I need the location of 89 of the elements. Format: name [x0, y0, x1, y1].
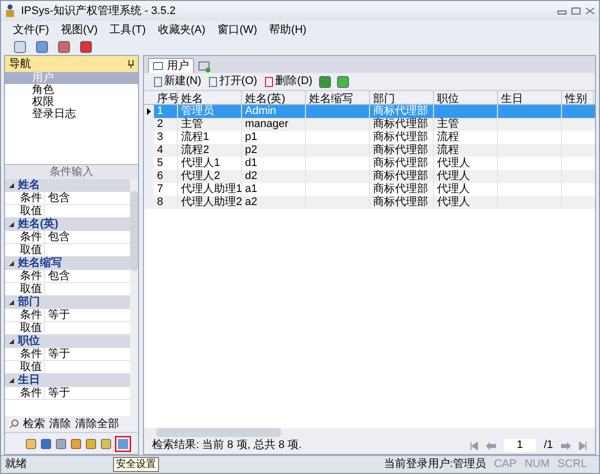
- group-label: 职位: [18, 334, 40, 348]
- group-label: 部门: [18, 294, 40, 309]
- expand-icon[interactable]: [9, 183, 14, 188]
- property-value[interactable]: 等于: [45, 387, 70, 399]
- column-header[interactable]: 部门: [370, 91, 434, 104]
- status-indicator: CAP: [494, 457, 517, 472]
- group-header[interactable]: 职位: [5, 335, 130, 348]
- column-header[interactable]: 生日: [498, 91, 562, 104]
- status-indicator: NUM: [524, 457, 550, 472]
- column-header[interactable]: 姓名缩写: [306, 91, 370, 104]
- column-header[interactable]: 职位: [434, 91, 498, 104]
- table-row[interactable]: 6 代理人2 d2 商标代理部 代理人: [144, 170, 595, 183]
- menu-item[interactable]: 工具(T): [110, 22, 146, 38]
- toolbar-button[interactable]: 打开(O): [207, 73, 260, 90]
- search-action-link[interactable]: 清除: [49, 416, 71, 432]
- nav-item[interactable]: 权限: [5, 96, 138, 108]
- property-label: 条件: [17, 348, 45, 360]
- app-logo-icon: [5, 4, 17, 18]
- column-header[interactable]: 姓名: [178, 91, 242, 104]
- group-header[interactable]: 姓名缩写: [5, 257, 130, 270]
- table-cell: 代理人助理2: [178, 196, 242, 209]
- expand-icon[interactable]: [9, 222, 14, 227]
- new-tab-icon[interactable]: [198, 61, 212, 73]
- group-label: 生日: [18, 372, 40, 387]
- table-cell: 8: [154, 196, 178, 209]
- property-value[interactable]: 等于: [45, 309, 70, 321]
- page-total: /1: [544, 438, 553, 454]
- window-title: IPSys-知识产权管理系统 - 3.5.2: [21, 4, 176, 19]
- property-value[interactable]: 包含: [45, 192, 70, 204]
- group-header[interactable]: 姓名: [5, 179, 130, 192]
- menu-item[interactable]: 收藏夹(A): [158, 22, 206, 38]
- expand-icon[interactable]: [9, 300, 14, 305]
- column-header[interactable]: 性别: [562, 91, 594, 104]
- group-label: 姓名缩写: [18, 256, 62, 270]
- table-cell: 代理人: [434, 196, 498, 209]
- status-indicator: SCRL: [558, 457, 587, 472]
- group-header[interactable]: 部门: [5, 296, 130, 309]
- security-settings-icon[interactable]: [115, 436, 131, 452]
- group-label: 姓名: [18, 179, 40, 192]
- table-row[interactable]: 2 主管 manager 商标代理部 主管: [144, 118, 595, 131]
- status-text: 就绪: [5, 457, 27, 472]
- property-label: 取值: [17, 205, 45, 217]
- property-label: 取值: [17, 244, 45, 256]
- toolbar-button[interactable]: 删除(D): [263, 73, 314, 90]
- pin-icon[interactable]: [128, 60, 134, 68]
- panel-title: 导航: [9, 56, 31, 72]
- nav-item[interactable]: 登录日志: [5, 108, 138, 120]
- search-action-link[interactable]: 清除全部: [75, 416, 119, 432]
- nav-item[interactable]: 角色: [5, 84, 138, 96]
- property-value[interactable]: 包含: [45, 270, 70, 282]
- property-label: 取值: [17, 361, 45, 373]
- property-label: 取值: [17, 283, 45, 295]
- logged-in-user: 当前登录用户:管理员: [384, 456, 486, 472]
- group-header[interactable]: 姓名(英): [5, 218, 130, 231]
- horizontal-scrollbar[interactable]: [144, 428, 595, 437]
- menu-item[interactable]: 帮助(H): [269, 22, 306, 38]
- menu-item[interactable]: 视图(V): [61, 22, 98, 38]
- property-value[interactable]: 等于: [45, 348, 70, 360]
- group-header[interactable]: 生日: [5, 374, 130, 387]
- property-label: 条件: [17, 387, 45, 399]
- property-value[interactable]: 包含: [45, 231, 70, 243]
- current-row-icon: [147, 108, 151, 115]
- document-tab[interactable]: 用户: [148, 58, 194, 73]
- expand-icon[interactable]: [9, 261, 14, 266]
- toolbar-button[interactable]: 新建(N): [152, 73, 204, 90]
- maximize-icon[interactable]: [571, 7, 581, 15]
- column-header[interactable]: 序号: [154, 91, 178, 104]
- search-action-link[interactable]: 检索: [23, 416, 45, 432]
- scrollbar[interactable]: [130, 179, 138, 416]
- table-row[interactable]: 4 流程2 p2 商标代理部 流程: [144, 144, 595, 157]
- expand-icon[interactable]: [9, 339, 14, 344]
- column-header[interactable]: 姓名(英): [242, 91, 306, 104]
- tooltip: 安全设置: [113, 457, 159, 472]
- group-label: 姓名(英): [18, 216, 58, 231]
- result-summary: 检索结果: 当前 8 项, 总共 8 项.: [152, 438, 302, 454]
- property-label: 条件: [17, 309, 45, 321]
- property-label: 条件: [17, 270, 45, 282]
- menu-item[interactable]: 文件(F): [13, 22, 50, 38]
- table-cell: 商标代理部: [370, 196, 434, 209]
- property-label: 条件: [17, 192, 45, 204]
- conditions-header: 条件输入: [5, 164, 138, 179]
- expand-icon[interactable]: [9, 378, 14, 383]
- table-cell: a2: [242, 196, 306, 209]
- property-label: 取值: [17, 322, 45, 334]
- table-row[interactable]: 8 代理人助理2 a2 商标代理部 代理人: [144, 196, 595, 209]
- page-input[interactable]: 1: [504, 439, 536, 452]
- menu-item[interactable]: 窗口(W): [217, 22, 258, 38]
- close-icon[interactable]: [585, 7, 595, 15]
- property-label: 条件: [17, 231, 45, 243]
